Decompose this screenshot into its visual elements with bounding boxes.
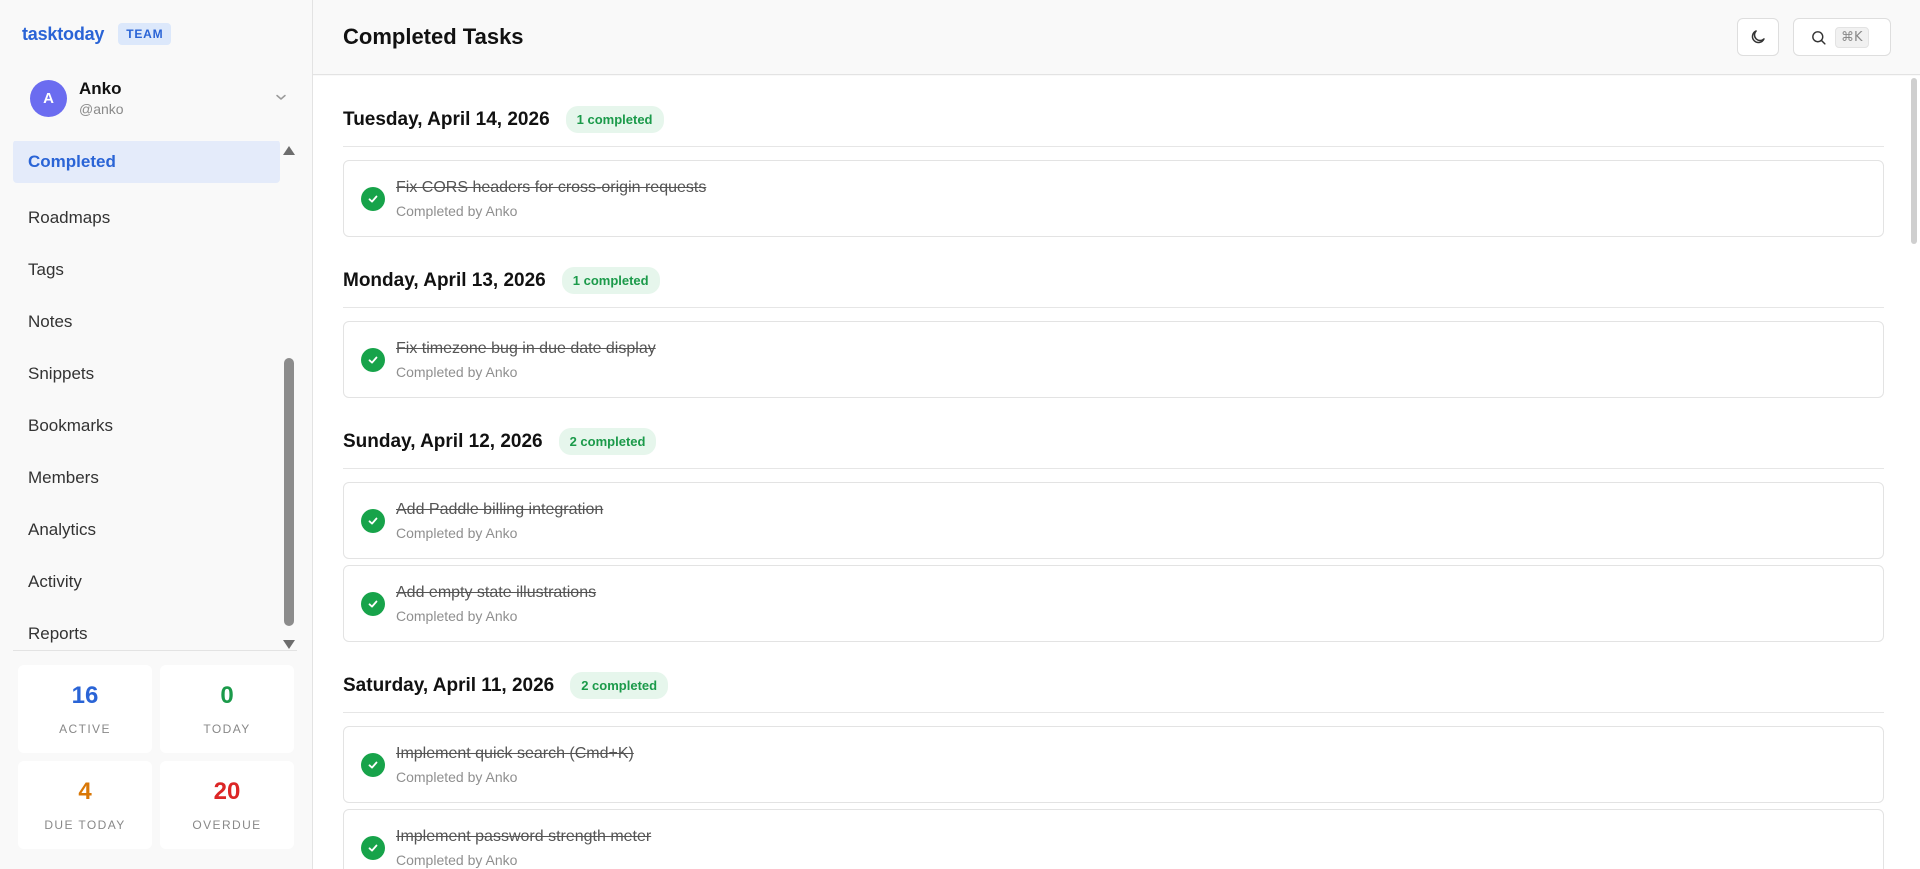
day-group: Tuesday, April 14, 2026 1 completed Fix CO… [343,101,1884,237]
sidebar-item-bookmarks[interactable]: Bookmarks [13,400,280,452]
stat-card-overdue[interactable]: 20 OVERDUE [160,761,294,849]
checkmark-icon [368,761,378,768]
shortcut-hint: ⌘K [1835,26,1869,48]
stat-card-active[interactable]: 16 ACTIVE [18,665,152,753]
day-group: Sunday, April 12, 2026 2 completed Add Pad… [343,423,1884,642]
stat-label: DUE TODAY [44,818,126,832]
stat-label: ACTIVE [59,722,111,736]
brand-name: tasktoday [22,23,105,44]
completed-count-badge: 1 completed [565,106,664,133]
sidebar-item-analytics[interactable]: Analytics [13,504,280,556]
check-circle-icon[interactable] [361,508,385,533]
stat-value: 4 [78,778,92,805]
sidebar-item-roadmaps[interactable]: Roadmaps [13,192,280,244]
task-completed-by: Completed by Anko [396,768,518,785]
completed-count-badge: 1 completed [561,267,660,294]
check-circle-icon[interactable] [361,591,385,616]
sidebar-item-members[interactable]: Members [13,452,280,504]
chevron-down-icon [276,94,286,100]
task-title: Implement password strength meter [396,827,652,845]
stat-value: 0 [220,682,234,709]
sidebar-item-notes[interactable]: Notes [13,296,280,348]
group-date: Saturday, April 11, 2026 [343,674,555,696]
sidebar-item-completed[interactable]: Completed [13,141,280,183]
task-item[interactable]: Implement quick search (Cmd+K) Completed … [343,726,1884,803]
group-date: Tuesday, April 14, 2026 [343,108,550,130]
completed-tasks-list[interactable]: Tuesday, April 14, 2026 1 completed Fix CO… [313,76,1920,869]
check-circle-icon[interactable] [361,186,385,211]
sidebar-item-tags[interactable]: Tags [13,244,280,296]
stat-value: 20 [213,778,241,805]
check-circle-icon[interactable] [361,835,385,860]
divider [13,650,297,651]
search-button[interactable]: ⌘K [1793,18,1891,56]
scroll-down-arrow-icon[interactable] [283,640,295,649]
day-group-header: Saturday, April 11, 2026 2 completed [343,667,1884,713]
day-group: Monday, April 13, 2026 1 completed Fix tim… [343,262,1884,398]
theme-toggle-button[interactable] [1737,18,1779,56]
group-date: Sunday, April 12, 2026 [343,430,543,452]
moon-icon [1751,30,1765,44]
page-header: Completed Tasks ⌘K [313,0,1920,75]
task-item[interactable]: Add empty state illustrations Completed b… [343,565,1884,642]
sidebar-item-reports[interactable]: Reports [13,608,280,651]
scrollbar-thumb[interactable] [284,358,294,626]
completed-count-badge: 2 completed [558,428,657,455]
main-scrollbar[interactable] [1908,76,1920,869]
day-group-header: Tuesday, April 14, 2026 1 completed [343,101,1884,147]
scrollbar-thumb[interactable] [1911,78,1917,244]
user-switcher[interactable]: A Anko @anko [14,72,298,124]
task-completed-by: Completed by Anko [396,524,518,541]
task-title: Add empty state illustrations [396,583,597,601]
checkmark-icon [368,600,378,607]
stat-label: OVERDUE [192,818,262,832]
sidebar-item-snippets[interactable]: Snippets [13,348,280,400]
search-icon [1812,30,1826,45]
task-title: Add Paddle billing integration [396,500,604,518]
task-item[interactable]: Add Paddle billing integration Completed … [343,482,1884,559]
task-item[interactable]: Implement password strength meter Complet… [343,809,1884,869]
checkmark-icon [368,195,378,202]
user-name: Anko [79,79,122,98]
group-date: Monday, April 13, 2026 [343,269,546,291]
day-group: Saturday, April 11, 2026 2 completed Imple… [343,667,1884,869]
stat-value: 16 [71,682,99,709]
stat-card-today[interactable]: 0 TODAY [160,665,294,753]
checkmark-icon [368,517,378,524]
task-completed-by: Completed by Anko [396,202,518,219]
stat-card-due-today[interactable]: 4 DUE TODAY [18,761,152,849]
task-title: Fix CORS headers for cross-origin reques… [396,178,707,196]
task-item[interactable]: Fix CORS headers for cross-origin reques… [343,160,1884,237]
check-circle-icon[interactable] [361,347,385,372]
task-completed-by: Completed by Anko [396,363,518,380]
brand[interactable]: tasktoday TEAM [22,22,172,46]
checkmark-icon [368,356,378,363]
page-title: Completed Tasks [343,24,524,49]
user-handle: @anko [79,101,124,117]
day-group-header: Sunday, April 12, 2026 2 completed [343,423,1884,469]
sidebar-item-activity[interactable]: Activity [13,556,280,608]
stats-grid: 16 ACTIVE 0 TODAY 4 DUE TODAY 20 OVERDUE [18,665,294,849]
task-completed-by: Completed by Anko [396,607,518,624]
sidebar: tasktoday TEAM A Anko @anko Completed Roa… [0,0,313,869]
stat-label: TODAY [203,722,251,736]
day-group-header: Monday, April 13, 2026 1 completed [343,262,1884,308]
sidebar-nav: Completed Roadmaps Tags Notes Snippets Bookma… [13,141,280,651]
sidebar-scrollbar[interactable] [282,143,296,649]
check-circle-icon[interactable] [361,752,385,777]
checkmark-icon [368,844,378,851]
scroll-up-arrow-icon[interactable] [283,146,295,155]
task-title: Fix timezone bug in due date display [396,339,656,357]
avatar: A [30,79,67,117]
team-badge: TEAM [118,23,172,45]
completed-count-badge: 2 completed [570,672,669,699]
task-title: Implement quick search (Cmd+K) [396,744,634,762]
task-completed-by: Completed by Anko [396,851,518,868]
task-item[interactable]: Fix timezone bug in due date display Comp… [343,321,1884,398]
